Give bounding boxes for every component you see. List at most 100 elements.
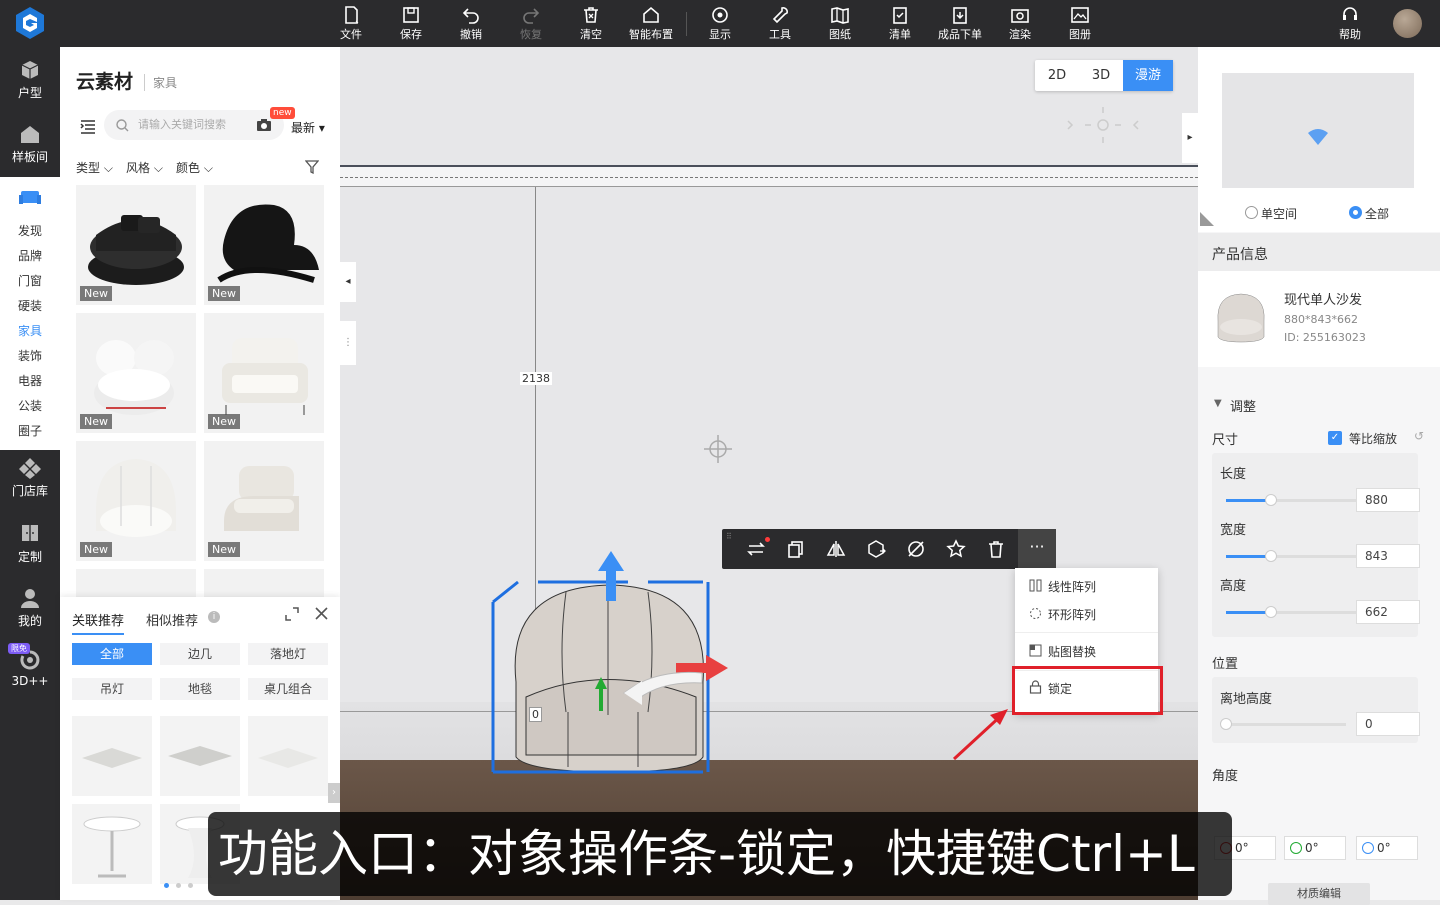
sub-appliances[interactable]: 电器: [18, 372, 42, 389]
floor-height-input[interactable]: 0: [1356, 712, 1420, 736]
navigation-gizmo-icon[interactable]: [1060, 103, 1150, 149]
collapse-triangle-icon[interactable]: ▼: [1214, 398, 1222, 409]
adjust-section-title[interactable]: 调整: [1230, 396, 1256, 415]
sort-dropdown[interactable]: 最新 ▾: [291, 119, 325, 136]
nav-mine[interactable]: 我的: [0, 587, 60, 629]
delete-icon[interactable]: [986, 539, 1006, 559]
order-button[interactable]: 成品下单: [932, 0, 988, 47]
recommend-thumb[interactable]: [72, 716, 152, 796]
filter-style[interactable]: 风格 ⌵: [126, 159, 163, 176]
save-button[interactable]: 保存: [383, 0, 439, 47]
material-edit-button[interactable]: 材质编辑: [1268, 883, 1370, 905]
tools-button[interactable]: 工具: [752, 0, 808, 47]
nav-floorplan[interactable]: 户型: [0, 59, 60, 101]
drag-handle-icon[interactable]: ⋮: [340, 321, 356, 365]
collapse-right-panel-button[interactable]: ▸: [1182, 113, 1198, 163]
menu-linear-array[interactable]: 线性阵列: [1048, 578, 1096, 595]
mirror-icon[interactable]: [826, 539, 846, 559]
width-input[interactable]: 843: [1356, 544, 1420, 568]
hide-icon[interactable]: [906, 539, 926, 559]
more-options-button[interactable]: ···: [1018, 529, 1056, 569]
filter-type[interactable]: 类型 ⌵: [76, 159, 113, 176]
copy-icon[interactable]: [786, 539, 806, 559]
chip-table-set[interactable]: 桌几组合: [248, 678, 328, 700]
collapse-left-panel-button[interactable]: ◂: [340, 262, 356, 302]
resize-corner-icon[interactable]: [1200, 212, 1214, 226]
chip-side-table[interactable]: 边几: [160, 643, 240, 665]
product-thumb[interactable]: [76, 569, 196, 597]
view-3d-button[interactable]: 3D: [1079, 60, 1123, 91]
help-button[interactable]: 帮助: [1322, 0, 1378, 47]
product-thumb[interactable]: [204, 569, 324, 597]
minimap[interactable]: [1222, 73, 1414, 188]
rotate-arrow-handle-icon[interactable]: [620, 667, 704, 707]
checklist-button[interactable]: 清单: [872, 0, 928, 47]
sub-hard-decor[interactable]: 硬装: [18, 297, 42, 314]
tab-related[interactable]: 关联推荐: [72, 610, 125, 635]
product-thumb[interactable]: New: [204, 441, 324, 561]
chip-all[interactable]: 全部: [72, 643, 152, 665]
chip-pendant-lamp[interactable]: 吊灯: [72, 678, 152, 700]
floor-height-slider[interactable]: [1220, 718, 1346, 730]
slider-thumb[interactable]: [1220, 718, 1232, 730]
up-arrow-handle-icon[interactable]: [596, 551, 626, 601]
pagination-dot[interactable]: [164, 883, 169, 888]
nav-store-library[interactable]: 门店库: [0, 457, 60, 499]
menu-texture-replace[interactable]: 贴图替换: [1048, 643, 1096, 660]
green-axis-handle-icon[interactable]: [594, 677, 608, 711]
app-logo-icon[interactable]: [14, 6, 46, 40]
pagination-dot[interactable]: [188, 883, 193, 888]
funnel-filter-icon[interactable]: [305, 160, 319, 174]
display-button[interactable]: 显示: [692, 0, 748, 47]
view-walk-button[interactable]: 漫游: [1123, 60, 1173, 91]
render-button[interactable]: 渲染: [992, 0, 1048, 47]
sub-decoration[interactable]: 装饰: [18, 347, 42, 364]
category-list-icon[interactable]: [80, 118, 96, 134]
nav-showroom[interactable]: 样板间: [0, 123, 60, 165]
smart-layout-button[interactable]: 智能布置: [623, 0, 679, 47]
angle-y-input[interactable]: 0°: [1284, 836, 1346, 860]
recommend-thumb[interactable]: [72, 804, 152, 884]
drawing-button[interactable]: 图纸: [812, 0, 868, 47]
product-thumb[interactable]: New: [76, 313, 196, 433]
panel-scroll-right[interactable]: ›: [328, 783, 340, 803]
sub-furniture[interactable]: 家具: [18, 322, 42, 339]
group-move-icon[interactable]: [866, 539, 886, 559]
radio-single-room[interactable]: [1245, 206, 1258, 219]
filter-color[interactable]: 颜色 ⌵: [176, 159, 213, 176]
sub-commercial[interactable]: 公装: [18, 397, 42, 414]
recommend-thumb[interactable]: [160, 716, 240, 796]
radio-all-rooms[interactable]: [1349, 206, 1362, 219]
pagination-dot[interactable]: [176, 883, 181, 888]
nav-custom[interactable]: 定制: [0, 523, 60, 565]
clear-button[interactable]: 清空: [563, 0, 619, 47]
product-thumb[interactable]: New: [76, 185, 196, 305]
move-crosshair-icon[interactable]: [702, 433, 734, 465]
sub-brand[interactable]: 品牌: [18, 247, 42, 264]
length-input[interactable]: 880: [1356, 488, 1420, 512]
menu-circular-array[interactable]: 环形阵列: [1048, 606, 1096, 623]
reset-icon[interactable]: ↺: [1414, 429, 1424, 443]
length-slider[interactable]: [1226, 494, 1376, 506]
slider-thumb[interactable]: [1265, 606, 1277, 618]
tab-similar[interactable]: 相似推荐: [146, 610, 198, 629]
album-button[interactable]: 图册: [1052, 0, 1108, 47]
3d-viewport[interactable]: 2138 0 2D 3D 漫游 ◂ ⋮ ▸ ⠿ ··· 线性阵列 环形阵列 贴图…: [340, 47, 1198, 900]
expand-icon[interactable]: [284, 606, 300, 622]
view-2d-button[interactable]: 2D: [1035, 60, 1079, 91]
undo-button[interactable]: 撤销: [443, 0, 499, 47]
proportional-checkbox[interactable]: ✓: [1328, 431, 1342, 445]
slider-thumb[interactable]: [1265, 494, 1277, 506]
slider-thumb[interactable]: [1265, 550, 1277, 562]
redo-button[interactable]: 恢复: [503, 0, 559, 47]
angle-z-input[interactable]: 0°: [1356, 836, 1418, 860]
sub-community[interactable]: 圈子: [18, 422, 42, 439]
image-search-camera-icon[interactable]: [256, 118, 272, 132]
swap-icon[interactable]: [746, 539, 766, 559]
product-thumb[interactable]: New: [204, 185, 324, 305]
chip-floor-lamp[interactable]: 落地灯: [248, 643, 328, 665]
file-button[interactable]: 文件: [323, 0, 379, 47]
toolbar-drag-icon[interactable]: ⠿: [726, 533, 732, 541]
height-input[interactable]: 662: [1356, 600, 1420, 624]
chip-rug[interactable]: 地毯: [160, 678, 240, 700]
